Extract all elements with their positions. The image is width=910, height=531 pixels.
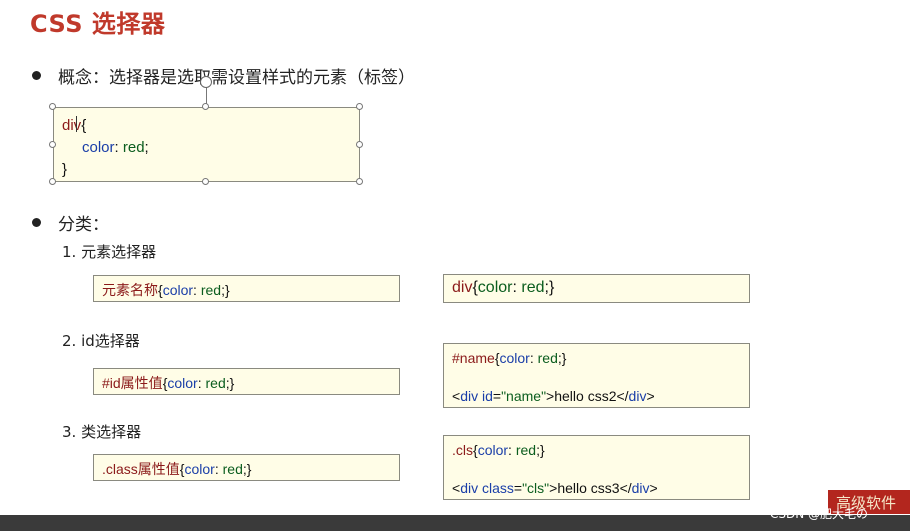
- text-cursor-icon: [76, 116, 77, 132]
- code-close-brace: }: [62, 161, 68, 178]
- code-value: red: [122, 139, 145, 156]
- rotate-stem: [206, 86, 207, 104]
- bullet-dot: [32, 71, 41, 80]
- bullet-concept: 概念：选择器是选取需设置样式的元素（标签）: [58, 68, 415, 88]
- code-property: color: [82, 139, 115, 156]
- code-sep: :: [214, 461, 223, 477]
- code-selector: div: [62, 117, 82, 134]
- class-selector-example-box: .cls{color: red;} <div class="cls">hello…: [443, 435, 750, 500]
- resize-handle-nw[interactable]: [49, 103, 56, 110]
- code-value: red: [200, 282, 222, 298]
- code-sep: :: [197, 375, 206, 391]
- code-selector: .class属性值: [102, 461, 180, 477]
- code-property: color: [162, 282, 194, 298]
- resize-handle-e[interactable]: [356, 141, 363, 148]
- id-selector-syntax-box: #id属性值{color: red;}: [93, 368, 400, 395]
- code-tag: div: [631, 480, 650, 496]
- code-gt: >: [649, 480, 658, 496]
- main-code-box[interactable]: div{ color: red; }: [53, 107, 360, 182]
- code-lt: <: [452, 480, 461, 496]
- code-text: >hello css3</: [549, 480, 632, 496]
- bullet-categories: 分类：: [58, 215, 109, 235]
- code-eq: =: [513, 480, 523, 496]
- code-string: "name": [501, 388, 547, 404]
- code-selector: #name: [452, 350, 495, 366]
- resize-handle-n[interactable]: [202, 103, 209, 110]
- code-property: color: [477, 279, 513, 296]
- code-line-2: <div id="name">hello css2</div>: [452, 387, 741, 406]
- code-string: "cls": [522, 480, 550, 496]
- element-selector-example-box: div{color: red;}: [443, 274, 750, 303]
- code-line-1: #name{color: red;}: [452, 349, 741, 368]
- code-line-2: color: red;: [62, 137, 351, 159]
- code-tag: div: [628, 388, 647, 404]
- item-id-selector-label: 2. id选择器: [62, 332, 140, 350]
- code-eq: =: [492, 388, 502, 404]
- code-line-1: .cls{color: red;}: [452, 441, 741, 460]
- code-close: ;}: [544, 279, 555, 296]
- code-selector: .cls: [452, 442, 473, 458]
- code-line-1: div{: [62, 115, 351, 137]
- csdn-watermark: CSDN @肥大毛の: [770, 507, 869, 521]
- class-selector-syntax-box: .class属性值{color: red;}: [93, 454, 400, 481]
- rotate-handle-icon[interactable]: [200, 76, 212, 88]
- code-attr: class: [478, 480, 514, 496]
- code-value: red: [521, 279, 545, 296]
- resize-handle-sw[interactable]: [49, 178, 56, 185]
- code-property: color: [167, 375, 198, 391]
- code-value: red: [222, 461, 243, 477]
- code-sep: :: [508, 442, 516, 458]
- bullet-dot: [32, 218, 41, 227]
- code-close: ;}: [242, 461, 252, 477]
- code-attr: id: [478, 388, 493, 404]
- code-sep: :: [193, 282, 201, 298]
- element-selector-syntax-box: 元素名称{color: red;}: [93, 275, 400, 302]
- code-sep: :: [529, 350, 538, 366]
- resize-handle-se[interactable]: [356, 178, 363, 185]
- code-tag: div: [460, 388, 479, 404]
- resize-handle-ne[interactable]: [356, 103, 363, 110]
- code-value: red: [537, 350, 558, 366]
- code-selector: #id属性值: [102, 375, 163, 391]
- code-line-2: <div class="cls">hello css3</div>: [452, 479, 741, 498]
- code-selector: div: [452, 279, 473, 296]
- id-selector-example-box: #name{color: red;} <div id="name">hello …: [443, 343, 750, 408]
- code-text: >hello css2</: [546, 388, 629, 404]
- code-property: color: [499, 350, 530, 366]
- code-tag: div: [460, 480, 479, 496]
- code-brace: {: [81, 117, 87, 134]
- code-close: ;}: [536, 442, 545, 458]
- code-sep: :: [114, 139, 123, 156]
- code-close: ;}: [221, 282, 230, 298]
- resize-handle-w[interactable]: [49, 141, 56, 148]
- code-selector: 元素名称: [102, 282, 158, 298]
- item-class-selector-label: 3. 类选择器: [62, 423, 142, 441]
- code-property: color: [184, 461, 215, 477]
- code-lt: <: [452, 388, 461, 404]
- code-value: red: [515, 442, 537, 458]
- item-element-selector-label: 1. 元素选择器: [62, 243, 157, 261]
- slide-title: CSS 选择器: [30, 10, 166, 38]
- code-close: ;}: [225, 375, 235, 391]
- code-property: color: [477, 442, 509, 458]
- resize-handle-s[interactable]: [202, 178, 209, 185]
- code-end: ;: [144, 139, 149, 156]
- code-gt: >: [646, 388, 655, 404]
- code-close: ;}: [557, 350, 567, 366]
- code-value: red: [205, 375, 226, 391]
